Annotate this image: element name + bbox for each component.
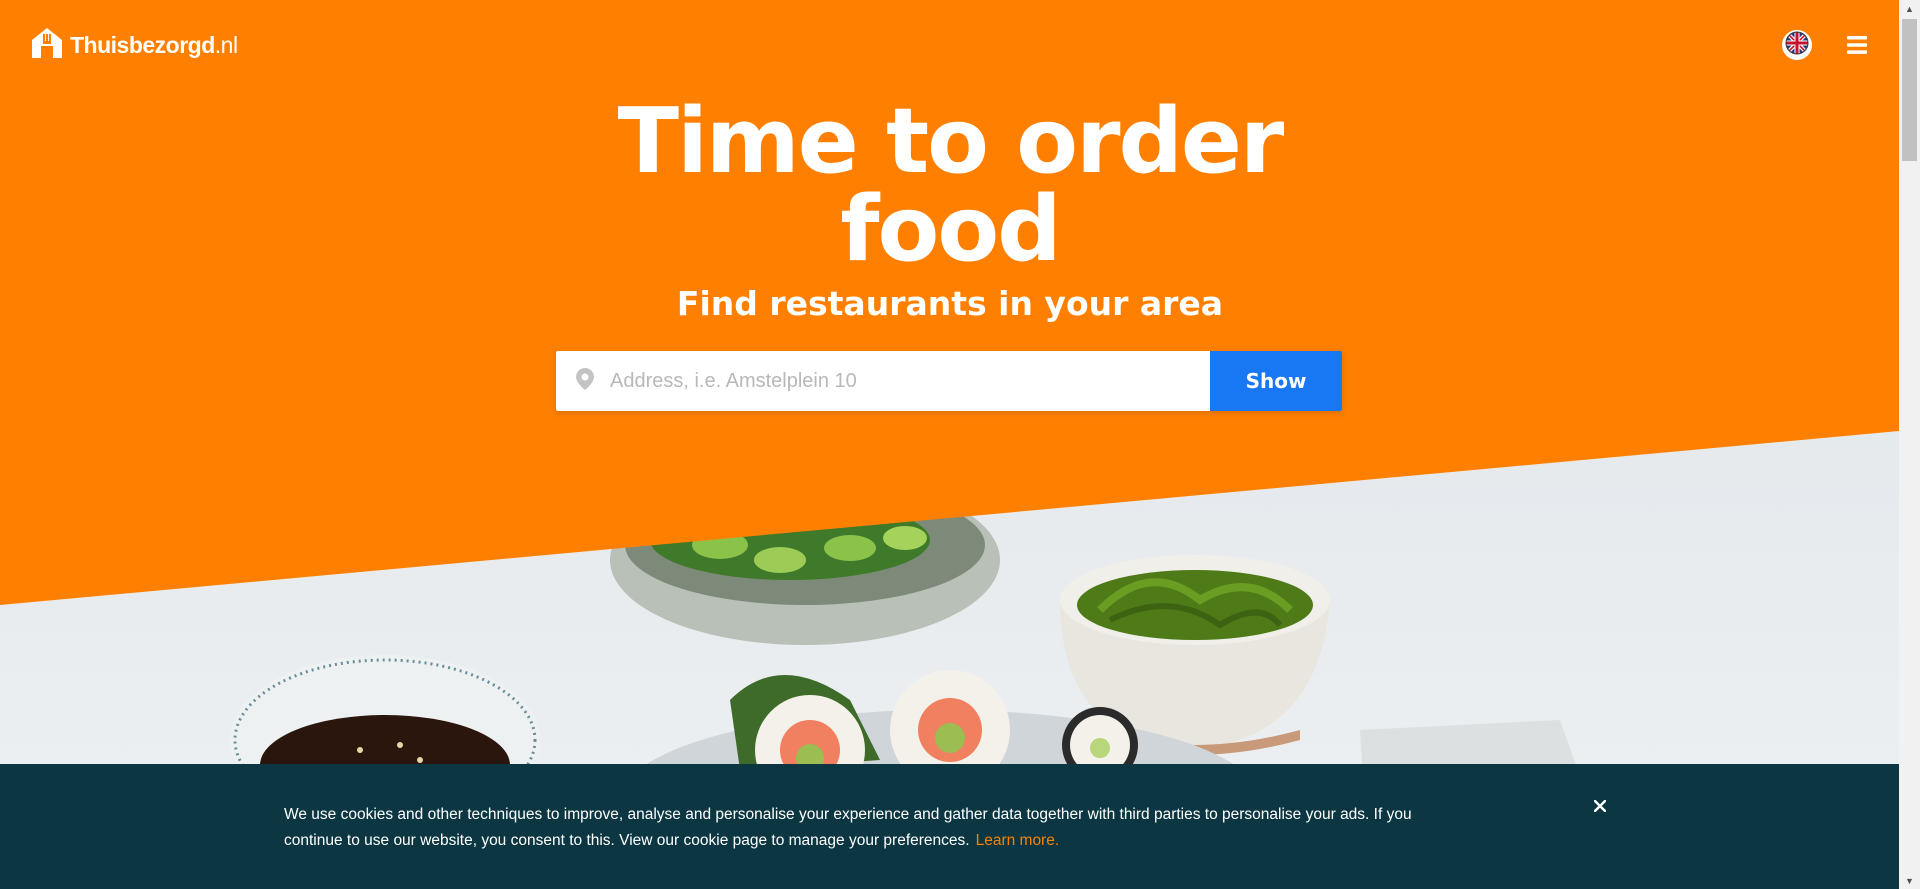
cookie-banner: We use cookies and other techniques to i… [0,764,1899,889]
cookie-learn-more-link[interactable]: Learn more. [976,832,1060,849]
logo-brand: Thuisbezorgd [70,32,215,58]
hamburger-menu-icon[interactable] [1845,33,1869,57]
language-selector-button[interactable] [1782,30,1812,60]
show-restaurants-button[interactable]: Show [1210,351,1342,411]
cookie-message: We use cookies and other techniques to i… [284,806,1412,849]
logo-text: Thuisbezorgd.nl [70,32,238,59]
uk-flag-icon [1785,31,1809,60]
close-icon[interactable] [1592,798,1608,814]
scroll-up-arrow-icon[interactable]: ▲ [1899,0,1920,17]
location-pin-icon [576,367,594,395]
address-search-form: Show [556,351,1342,411]
headline-line-2: food [840,177,1061,282]
page: Thuisbezorgd.nl Time to order food Find … [0,0,1920,889]
site-logo[interactable]: Thuisbezorgd.nl [30,26,238,65]
logo-tld: .nl [214,32,238,58]
scrollbar-thumb[interactable] [1902,19,1917,161]
page-title: Time to order food [560,97,1340,275]
page-subtitle: Find restaurants in your area [676,284,1224,323]
address-search-input[interactable] [608,368,1172,394]
house-fork-logo-icon [30,26,64,65]
cookie-banner-text: We use cookies and other techniques to i… [284,802,1424,854]
vertical-scrollbar[interactable]: ▲ ▼ [1899,0,1920,889]
address-field-wrapper[interactable] [556,351,1210,411]
scroll-down-arrow-icon[interactable]: ▼ [1899,872,1920,889]
